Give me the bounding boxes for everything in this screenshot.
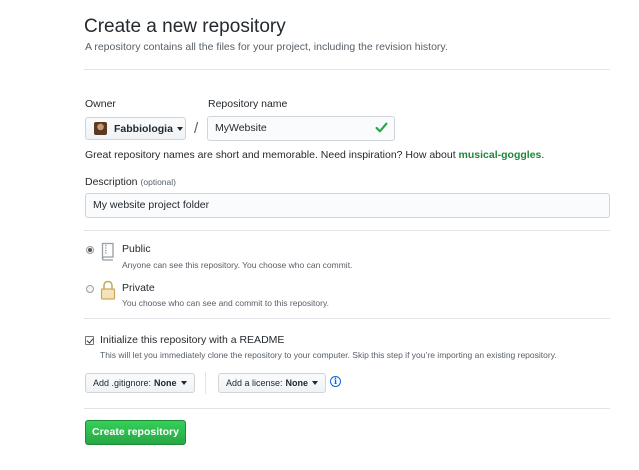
license-value: None <box>285 378 309 388</box>
repository-name-hint: Great repository names are short and mem… <box>85 149 544 161</box>
repository-name-label: Repository name <box>208 98 288 110</box>
readme-option-description: This will let you immediately clone the … <box>100 350 557 360</box>
license-label: Add a license: <box>226 378 283 388</box>
hint-suffix: . <box>541 149 545 161</box>
private-option-description: You choose who can see and commit to thi… <box>122 298 329 308</box>
public-radio[interactable] <box>86 246 94 254</box>
gitignore-value: None <box>154 378 177 388</box>
owner-name: Fabbiologia <box>114 122 173 135</box>
repository-name-input[interactable]: MyWebsite <box>207 116 395 141</box>
public-option-description: Anyone can see this repository. You choo… <box>122 260 353 270</box>
name-suggestion-link[interactable]: musical-goggles <box>459 149 542 161</box>
owner-repo-separator: / <box>194 120 199 137</box>
page-title: Create a new repository <box>84 16 286 37</box>
owner-label: Owner <box>85 98 116 110</box>
page-subtitle: A repository contains all the files for … <box>85 41 448 53</box>
footer-divider <box>84 408 610 409</box>
info-icon[interactable]: i <box>330 376 341 387</box>
hint-text: Great repository names are short and mem… <box>85 149 459 161</box>
chevron-down-icon <box>180 381 187 385</box>
header-divider <box>84 69 610 70</box>
chevron-down-icon <box>312 381 319 385</box>
dropdown-separator <box>205 372 206 394</box>
gitignore-dropdown[interactable]: Add .gitignore: None <box>85 373 195 393</box>
description-label: Description (optional) <box>85 176 176 188</box>
lock-icon <box>100 280 116 300</box>
chevron-down-icon <box>176 126 183 131</box>
description-divider <box>84 230 610 231</box>
private-option-title[interactable]: Private <box>122 282 155 294</box>
gitignore-label: Add .gitignore: <box>93 378 152 388</box>
description-label-text: Description <box>85 176 138 188</box>
description-input[interactable]: My website project folder <box>85 193 610 218</box>
create-repository-button[interactable]: Create repository <box>85 420 186 445</box>
readme-option-title[interactable]: Initialize this repository with a README <box>100 334 284 346</box>
license-dropdown[interactable]: Add a license: None <box>218 373 327 393</box>
valid-check-icon <box>375 122 388 133</box>
public-option-title[interactable]: Public <box>122 243 151 255</box>
readme-checkbox[interactable] <box>85 336 94 345</box>
avatar <box>94 122 107 135</box>
repo-book-icon <box>101 242 114 261</box>
owner-dropdown[interactable]: Fabbiologia <box>85 117 186 140</box>
visibility-divider <box>84 318 610 319</box>
private-radio[interactable] <box>86 285 94 293</box>
optional-tag: (optional) <box>140 177 176 187</box>
